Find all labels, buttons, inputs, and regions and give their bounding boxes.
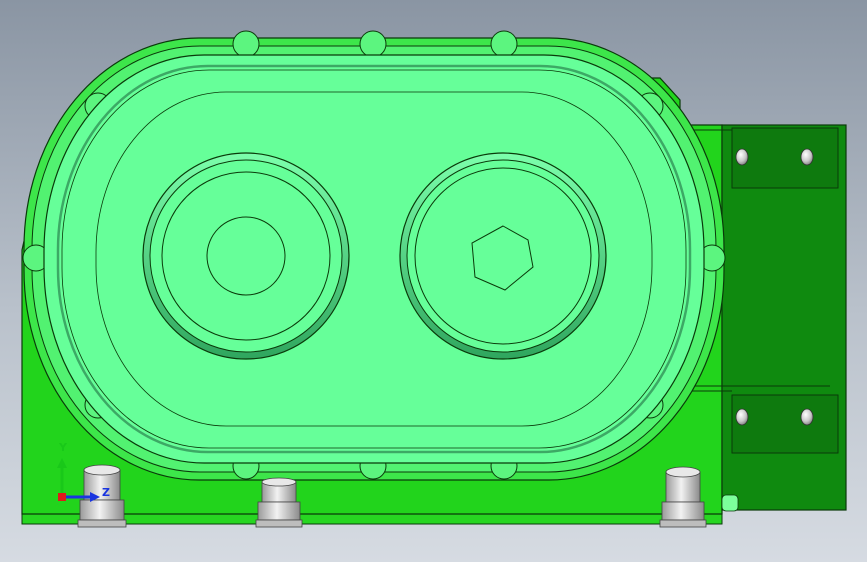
base-plate [21, 513, 723, 525]
y-axis-label: Y [59, 441, 67, 454]
bracket-hole [735, 148, 749, 166]
gearbox-model[interactable] [0, 0, 867, 562]
mounting-bolt[interactable] [255, 477, 303, 528]
3d-viewport[interactable]: Y Z [0, 0, 867, 562]
bracket-hole [800, 148, 814, 166]
output-shaft-boss[interactable] [399, 152, 607, 360]
bracket-hole [800, 408, 814, 426]
mounting-bolt[interactable] [659, 466, 707, 528]
z-axis-label: Z [102, 486, 110, 499]
x-axis-dot [58, 493, 66, 501]
input-shaft-boss[interactable] [142, 152, 350, 360]
bracket-hole [735, 408, 749, 426]
